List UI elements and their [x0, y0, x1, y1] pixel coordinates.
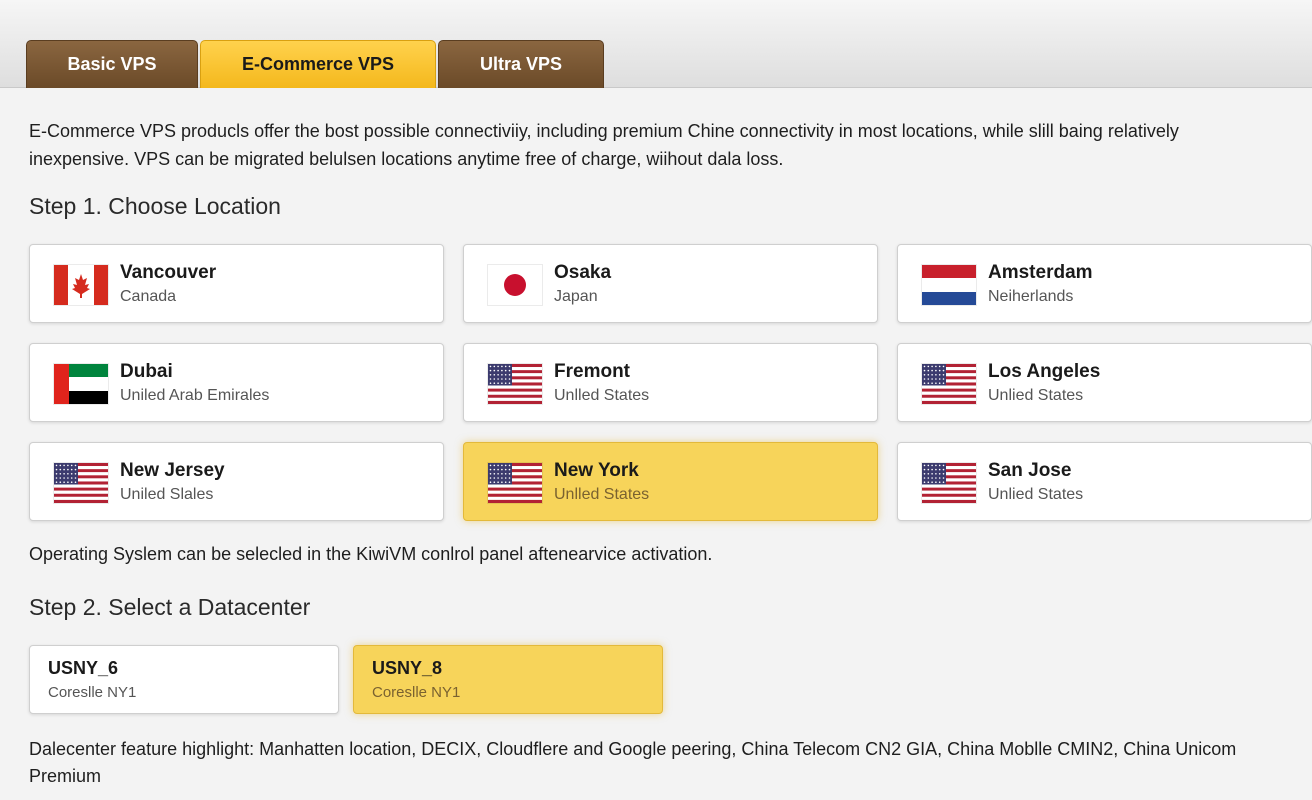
location-country: Unlled States	[554, 486, 650, 503]
location-card-osaka[interactable]: Osaka Japan	[463, 244, 878, 323]
location-card-dubai[interactable]: Dubai Uniled Arab Emirales	[29, 343, 444, 422]
us-flag-icon	[54, 463, 108, 503]
location-card-los-angeles[interactable]: Los Angeles Unlied States	[897, 343, 1312, 422]
us-flag-icon	[922, 364, 976, 404]
datacenter-card-usny-8[interactable]: USNY_8 Coreslle NY1	[353, 645, 663, 714]
location-country: Unlied States	[988, 486, 1084, 503]
datacenter-facility: Coreslle NY1	[372, 684, 461, 701]
location-city: Los Angeles	[988, 361, 1101, 382]
location-city: San Jose	[988, 460, 1072, 481]
location-card-amsterdam[interactable]: Amsterdam Neiherlands	[897, 244, 1312, 323]
datacenter-name: USNY_8	[372, 658, 443, 678]
tab-basic-vps[interactable]: Basic VPS	[26, 40, 198, 88]
tab-e-commerce-vps[interactable]: E-Commerce VPS	[200, 40, 436, 88]
step-2-heading: Step 2. Select a Datacenter	[29, 594, 311, 620]
product-description: E-Commerce VPS producls offer the bost p…	[29, 121, 1179, 169]
location-city: Dubai	[120, 361, 173, 382]
location-card-new-jersey[interactable]: New Jersey Uniled Slales	[29, 442, 444, 521]
step-1-heading: Step 1. Choose Location	[29, 193, 281, 219]
datacenter-card-usny-6[interactable]: USNY_6 Coreslle NY1	[29, 645, 339, 714]
product-tabs: Basic VPS E-Commerce VPS Ultra VPS	[26, 40, 604, 88]
os-selection-note: Operating Syslem can be selecled in the …	[29, 544, 713, 564]
location-city: Amsterdam	[988, 262, 1093, 283]
location-card-new-york[interactable]: New York Unlled States	[463, 442, 878, 521]
canada-flag-icon	[54, 265, 108, 305]
location-card-vancouver[interactable]: Vancouver Canada	[29, 244, 444, 323]
location-city: New Jersey	[120, 460, 225, 481]
location-country: Canada	[120, 288, 177, 305]
location-city: New York	[554, 460, 639, 481]
us-flag-icon	[922, 463, 976, 503]
location-country: Neiherlands	[988, 288, 1074, 305]
japan-flag-icon	[488, 265, 542, 305]
top-bar: Basic VPS E-Commerce VPS Ultra VPS	[0, 0, 1312, 88]
location-country: Uniled Arab Emirales	[120, 387, 270, 404]
datacenter-facility: Coreslle NY1	[48, 684, 137, 701]
location-grid: Vancouver Canada Osaka Japan Amsterdam N…	[29, 244, 1312, 521]
datacenter-feature-note: Dalecenter feature highlight: Manhatten …	[29, 739, 1237, 786]
location-country: Unlied States	[988, 387, 1084, 404]
us-flag-icon	[488, 364, 542, 404]
netherlands-flag-icon	[922, 265, 976, 305]
location-country: Uniled Slales	[120, 486, 214, 503]
uae-flag-icon	[54, 364, 108, 404]
location-city: Fremont	[554, 361, 630, 382]
datacenter-options: USNY_6 Coreslle NY1 USNY_8 Coreslle NY1	[29, 645, 663, 714]
location-country: Japan	[554, 288, 598, 305]
location-card-fremont[interactable]: Fremont Unlled States	[463, 343, 878, 422]
tab-ultra-vps[interactable]: Ultra VPS	[438, 40, 604, 88]
us-flag-icon	[488, 463, 542, 503]
location-card-san-jose[interactable]: San Jose Unlied States	[897, 442, 1312, 521]
location-city: Vancouver	[120, 262, 217, 283]
location-country: Unlled States	[554, 387, 650, 404]
datacenter-name: USNY_6	[48, 658, 119, 678]
location-city: Osaka	[554, 262, 612, 283]
